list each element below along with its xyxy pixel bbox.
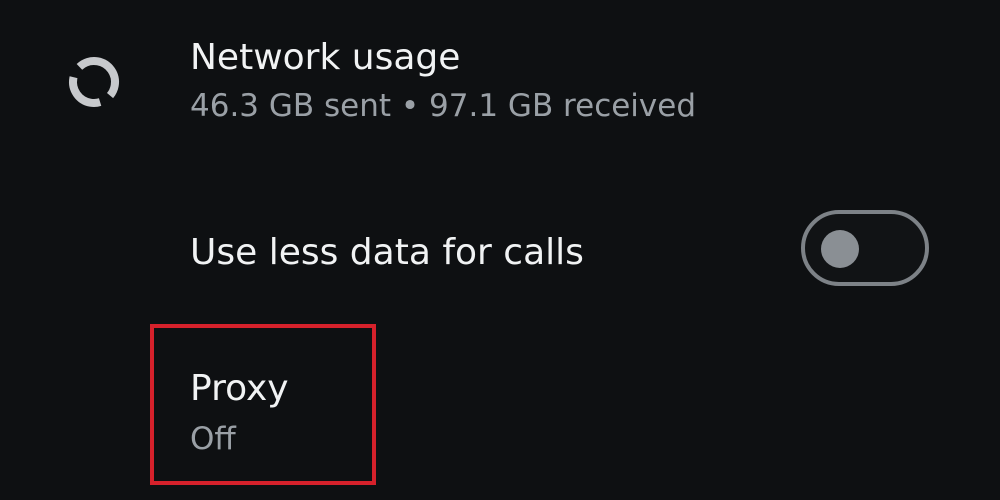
use-less-data-toggle[interactable] (801, 210, 929, 286)
use-less-data-for-calls-row[interactable]: Use less data for calls (0, 200, 1000, 310)
use-less-data-for-calls-label: Use less data for calls (190, 232, 584, 273)
network-usage-summary: 46.3 GB sent • 97.1 GB received (190, 88, 697, 124)
settings-screen: Network usage 46.3 GB sent • 97.1 GB rec… (0, 0, 1000, 500)
data-usage-icon (64, 52, 124, 112)
proxy-title: Proxy (190, 368, 289, 409)
network-usage-title: Network usage (190, 37, 461, 78)
toggle-knob (821, 230, 859, 268)
proxy-row[interactable]: Proxy Off (0, 324, 1000, 490)
network-usage-row[interactable]: Network usage 46.3 GB sent • 97.1 GB rec… (0, 20, 1000, 140)
proxy-status: Off (190, 421, 236, 457)
